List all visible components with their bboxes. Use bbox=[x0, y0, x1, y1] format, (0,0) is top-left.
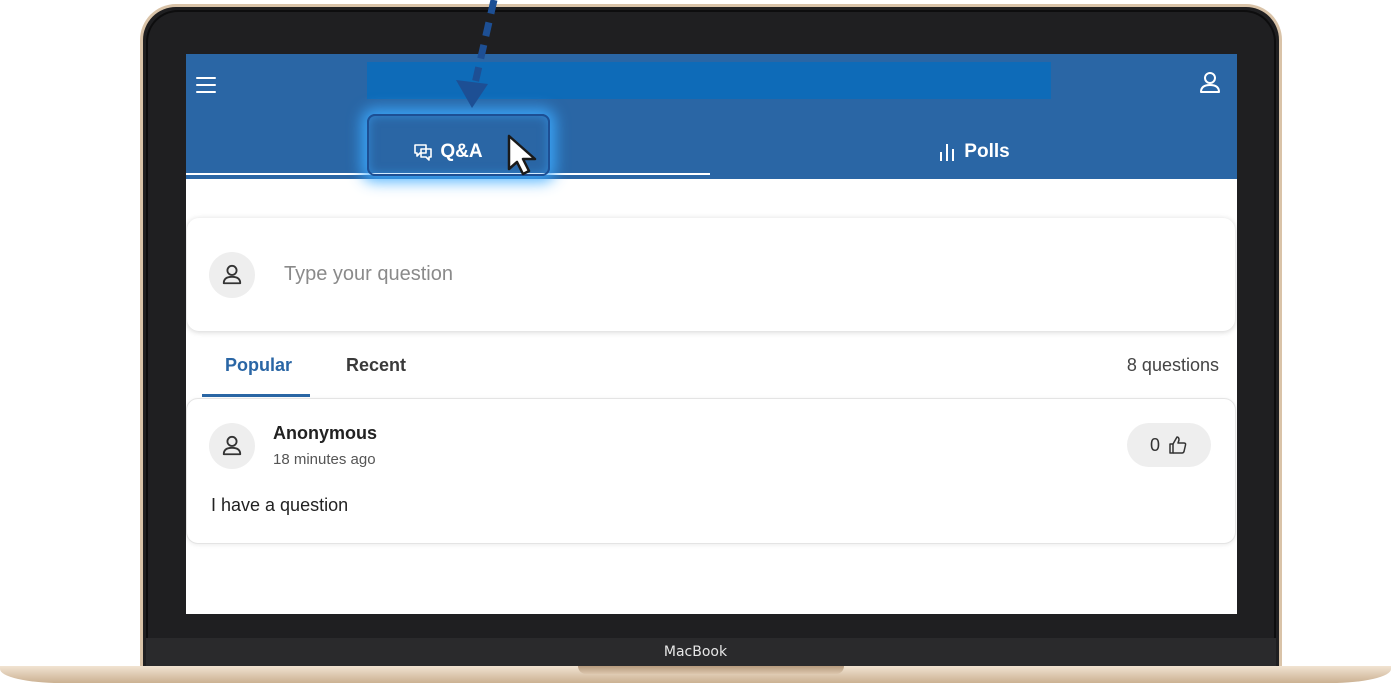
question-count: 8 questions bbox=[1126, 355, 1219, 375]
like-button[interactable]: 0 bbox=[1127, 423, 1211, 467]
question-timestamp: 18 minutes ago bbox=[273, 451, 376, 468]
redacted-title-bar bbox=[367, 62, 1051, 99]
hamburger-menu-icon[interactable] bbox=[196, 75, 220, 95]
user-avatar-icon bbox=[222, 435, 242, 456]
app-header: Q&A Polls bbox=[186, 54, 1237, 179]
thumbs-up-icon bbox=[1169, 436, 1187, 454]
tab-qa[interactable]: Q&A bbox=[186, 124, 710, 179]
ask-question-card bbox=[187, 218, 1235, 331]
sort-tab-popular[interactable]: Popular bbox=[225, 355, 292, 376]
sort-tab-recent[interactable]: Recent bbox=[346, 355, 406, 376]
laptop-brand-label: MacBook bbox=[663, 644, 728, 660]
tab-polls-label: Polls bbox=[964, 140, 1010, 162]
question-card: Anonymous 18 minutes ago I have a questi… bbox=[186, 398, 1236, 544]
question-author: Anonymous bbox=[273, 423, 378, 443]
question-input[interactable] bbox=[284, 263, 1235, 286]
avatar bbox=[209, 423, 255, 469]
tab-qa-label: Q&A bbox=[440, 140, 483, 162]
sort-active-indicator bbox=[202, 394, 310, 397]
question-text: I have a question bbox=[211, 495, 349, 515]
user-avatar-icon bbox=[222, 264, 242, 284]
bar-chart-icon bbox=[937, 142, 957, 162]
avatar bbox=[209, 251, 255, 298]
tab-polls[interactable]: Polls bbox=[710, 124, 1237, 179]
chat-bubbles-icon bbox=[413, 142, 433, 162]
app-screen: Q&A Polls Popular Recent 8 questions bbox=[186, 54, 1237, 614]
active-tab-indicator bbox=[186, 173, 710, 175]
laptop-base-notch bbox=[578, 666, 844, 674]
user-profile-icon[interactable] bbox=[1198, 70, 1222, 96]
like-count: 0 bbox=[1149, 434, 1160, 455]
